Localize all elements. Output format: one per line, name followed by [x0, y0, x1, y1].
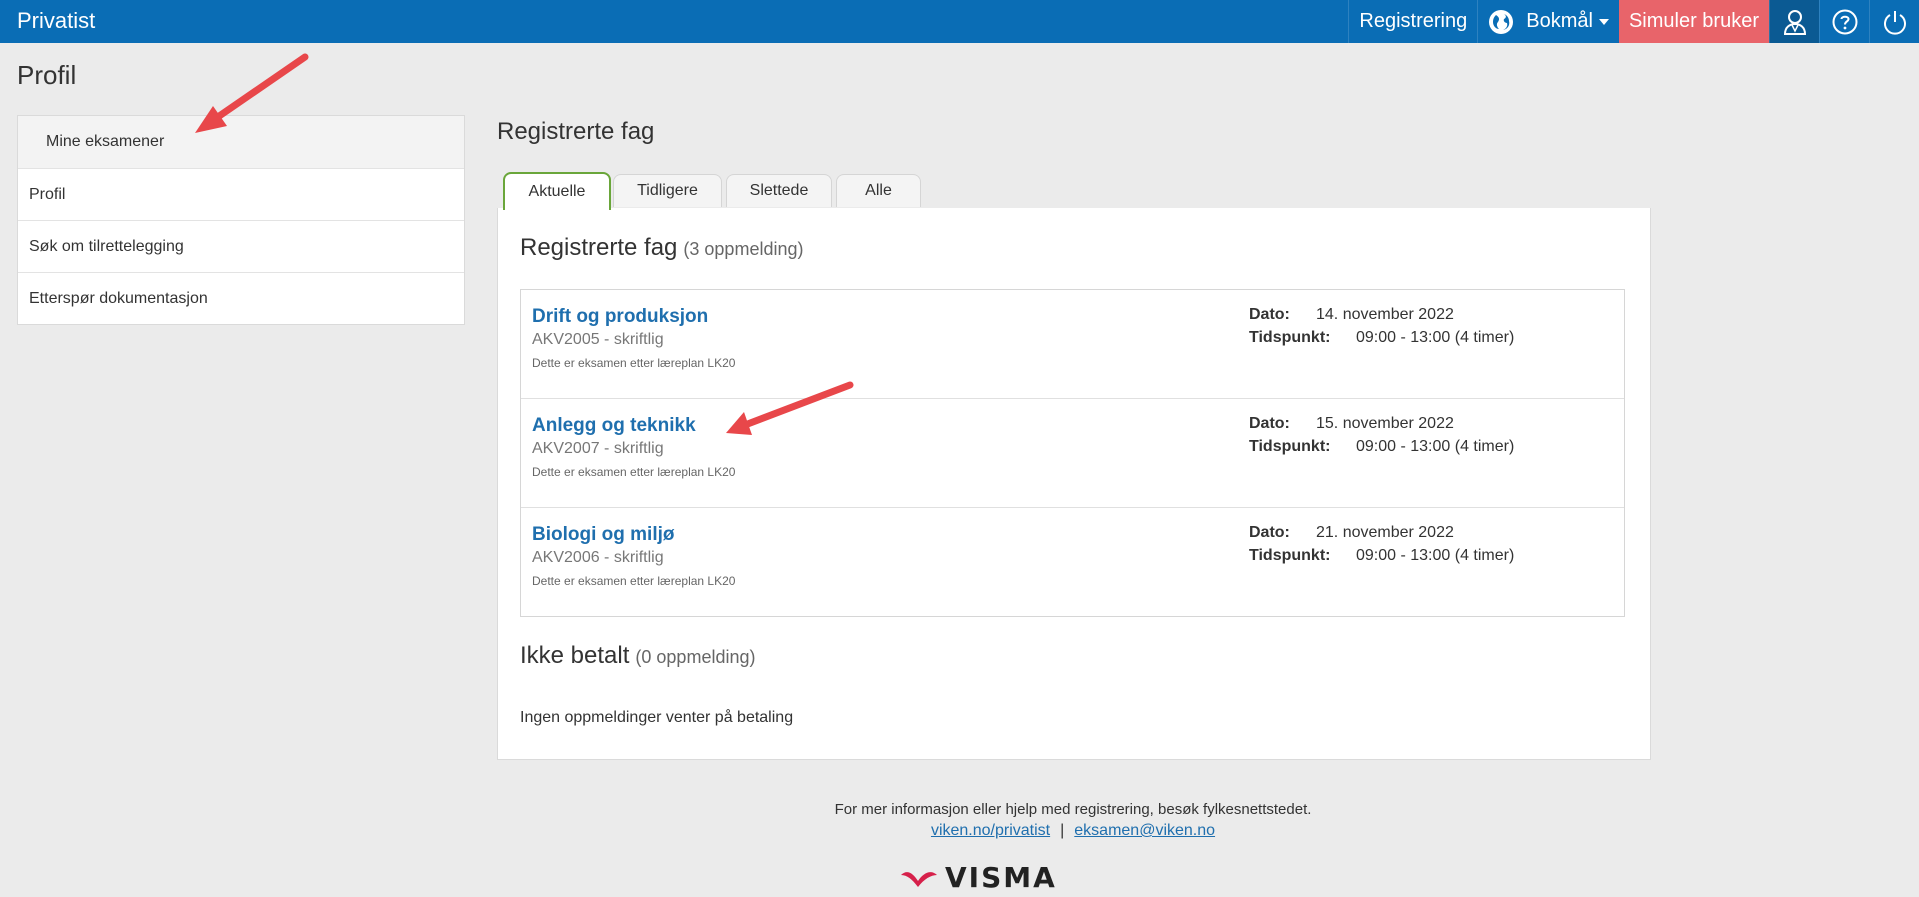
- tab-slettede[interactable]: Slettede: [726, 174, 832, 207]
- exam-name-link[interactable]: Drift og produksjon: [532, 306, 708, 328]
- registered-heading-label: Registrerte fag: [520, 234, 678, 261]
- language-dropdown[interactable]: Bokmål: [1477, 0, 1619, 43]
- sidebar-item-mine-eksamener[interactable]: Mine eksamener: [18, 116, 464, 168]
- help-button[interactable]: [1819, 0, 1869, 43]
- visma-logo: VISMA: [899, 861, 1057, 894]
- exam-time: 09:00 - 13:00 (4 timer): [1356, 329, 1515, 346]
- exam-note: Dette er eksamen etter læreplan LK20: [532, 465, 736, 479]
- registered-heading: Registrerte fag (3 oppmelding): [520, 234, 803, 262]
- brand-title[interactable]: Privatist: [17, 0, 95, 43]
- user-profile-button[interactable]: [1769, 0, 1819, 43]
- footer-link-privatist[interactable]: viken.no/privatist: [931, 822, 1050, 839]
- exam-date: 14. november 2022: [1316, 306, 1454, 323]
- tab-panel: Registrerte fag (3 oppmelding) Drift og p…: [497, 208, 1651, 760]
- sidebar-menu: Mine eksamener Profil Søk om tilretteleg…: [17, 115, 465, 325]
- logout-button[interactable]: [1869, 0, 1919, 43]
- sidebar-item-profil[interactable]: Profil: [18, 168, 464, 220]
- date-label: Dato:: [1249, 306, 1290, 323]
- tab-tidligere[interactable]: Tidligere: [613, 174, 722, 207]
- exam-code: AKV2006 - skriftlig: [532, 549, 664, 566]
- time-label: Tidspunkt:: [1249, 438, 1331, 455]
- top-navbar: Privatist Registrering Bokmål Simuler br…: [0, 0, 1919, 43]
- exam-note: Dette er eksamen etter læreplan LK20: [532, 356, 736, 370]
- footer-links: viken.no/privatist | eksamen@viken.no: [497, 822, 1649, 840]
- power-icon: [1883, 10, 1906, 35]
- globe-icon: [1489, 9, 1514, 34]
- exam-list: Drift og produksjon AKV2005 - skriftlig …: [520, 289, 1625, 617]
- page-title: Profil: [17, 60, 77, 90]
- visma-wordmark: VISMA: [945, 861, 1057, 894]
- registrering-link[interactable]: Registrering: [1348, 0, 1477, 43]
- visma-swoosh-icon: [901, 871, 937, 887]
- time-label: Tidspunkt:: [1249, 329, 1331, 346]
- tab-alle[interactable]: Alle: [836, 174, 921, 207]
- unpaid-heading: Ikke betalt (0 oppmelding): [520, 642, 755, 670]
- footer-separator: |: [1060, 822, 1065, 839]
- exam-note: Dette er eksamen etter læreplan LK20: [532, 574, 736, 588]
- exam-time: 09:00 - 13:00 (4 timer): [1356, 547, 1515, 564]
- unpaid-empty-message: Ingen oppmeldinger venter på betaling: [520, 709, 794, 726]
- unpaid-count: (0 oppmelding): [635, 647, 756, 667]
- date-label: Dato:: [1249, 524, 1290, 541]
- sidebar-item-dokumentasjon[interactable]: Etterspør dokumentasjon: [18, 272, 464, 324]
- section-title: Registrerte fag: [497, 118, 655, 145]
- sidebar-item-tilrettelegging[interactable]: Søk om tilrettelegging: [18, 220, 464, 272]
- time-label: Tidspunkt:: [1249, 547, 1331, 564]
- exam-date: 15. november 2022: [1316, 415, 1454, 432]
- exam-name-link[interactable]: Anlegg og teknikk: [532, 415, 696, 437]
- language-label: Bokmål: [1526, 10, 1593, 32]
- footer-info: For mer informasjon eller hjelp med regi…: [834, 801, 1312, 818]
- chevron-down-icon: [1598, 18, 1609, 25]
- registered-count: (3 oppmelding): [683, 239, 804, 259]
- exam-code: AKV2005 - skriftlig: [532, 331, 664, 348]
- user-icon: [1783, 9, 1806, 35]
- help-icon: [1832, 9, 1857, 34]
- date-label: Dato:: [1249, 415, 1290, 432]
- tab-bar: Aktuelle Tidligere Slettede Alle: [497, 172, 1649, 210]
- exam-date: 21. november 2022: [1316, 524, 1454, 541]
- exam-time: 09:00 - 13:00 (4 timer): [1356, 438, 1515, 455]
- simuler-bruker-button[interactable]: Simuler bruker: [1618, 0, 1769, 43]
- navbar-actions: Registrering Bokmål Simuler bruker: [1348, 0, 1919, 43]
- footer-link-email[interactable]: eksamen@viken.no: [1074, 822, 1215, 839]
- exam-row: Anlegg og teknikk AKV2007 - skriftlig De…: [521, 398, 1624, 507]
- exam-row: Drift og produksjon AKV2005 - skriftlig …: [521, 290, 1624, 398]
- exam-name-link[interactable]: Biologi og miljø: [532, 524, 674, 546]
- exam-code: AKV2007 - skriftlig: [532, 440, 664, 457]
- exam-row: Biologi og miljø AKV2006 - skriftlig Det…: [521, 507, 1624, 616]
- unpaid-heading-label: Ikke betalt: [520, 642, 630, 669]
- tab-aktuelle[interactable]: Aktuelle: [503, 172, 611, 210]
